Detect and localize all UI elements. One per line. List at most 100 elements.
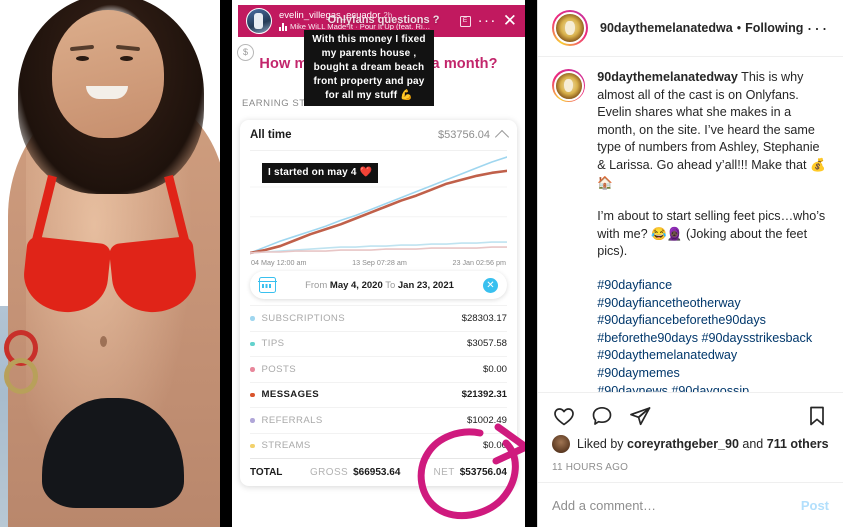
date-range-text: From May 4, 2020 To Jan 23, 2021 — [276, 280, 483, 291]
hashtag-list: #90dayfiance #90dayfiancetheotherway #90da… — [597, 277, 829, 392]
navel — [100, 336, 107, 347]
liked-by-middle: and — [742, 437, 764, 451]
earnings-chart: I started on may 4 ❤️ — [250, 151, 507, 257]
comment-composer[interactable]: Add a comment… Post — [538, 482, 843, 527]
earnings-row: MESSAGES $21392.31 — [250, 381, 507, 408]
net-group: NET $53756.04 — [434, 467, 507, 478]
header-separator: • — [736, 21, 742, 35]
story-screenshot: evelin_villegas_ecuador 2h Mike WiLL Made… — [232, 0, 525, 527]
progress-segment — [380, 2, 448, 4]
progress-segment — [451, 2, 519, 4]
liked-by-count[interactable]: 711 others — [767, 437, 829, 451]
story-sticker-money: With this money I fixed my parents house… — [304, 30, 434, 106]
post-comment-button[interactable]: Post — [801, 498, 829, 513]
progress-segment — [238, 2, 306, 4]
category-dot — [250, 341, 255, 346]
earnings-row: REFERRALS $1002.49 — [250, 407, 507, 433]
liked-by-user[interactable]: coreyrathgeber_90 — [627, 437, 739, 451]
chevron-up-icon[interactable] — [494, 129, 510, 144]
heart-icon[interactable] — [552, 404, 576, 428]
eye-left — [76, 56, 89, 61]
divider-black-right — [525, 0, 537, 527]
category-name: POSTS — [261, 363, 297, 375]
gross-label: GROSS — [310, 467, 349, 478]
caption-row: 90daythemelanatedway This is why almost … — [552, 69, 829, 392]
caption-avatar[interactable] — [552, 69, 586, 103]
story-overlay-title: Onlyfans questions ? — [327, 14, 440, 26]
category-value: $1002.49 — [466, 414, 507, 426]
screenshot-root: evelin_villegas_ecuador 2h Mike WiLL Made… — [0, 0, 843, 527]
earnings-row: SUBSCRIPTIONS $28303.17 — [250, 305, 507, 331]
category-value: $28303.17 — [461, 312, 507, 324]
category-value: $21392.31 — [461, 389, 507, 401]
gross-value: $66953.64 — [353, 467, 401, 478]
earnings-row: POSTS $0.00 — [250, 356, 507, 382]
divider-black-left — [220, 0, 232, 527]
category-name: TIPS — [261, 338, 285, 350]
red-swim-top — [18, 174, 202, 317]
hashtag-line[interactable]: #90daymemes — [597, 365, 829, 383]
comment-input[interactable]: Add a comment… — [552, 498, 801, 513]
hashtag-line[interactable]: #90dayfiancebeforethe90days — [597, 312, 829, 330]
post-actions: Liked by coreyrathgeber_90 and 711 other… — [538, 392, 843, 482]
comment-icon[interactable] — [590, 404, 614, 428]
story-sticker-started: I started on may 4 ❤️ — [262, 163, 379, 183]
date-range-picker[interactable]: From May 4, 2020 To Jan 23, 2021 ✕ — [250, 271, 507, 299]
category-value: $3057.58 — [466, 338, 507, 350]
chart-axis-labels: 04 May 12:00 am 13 Sep 07:28 am 23 Jan 0… — [250, 257, 507, 271]
from-value: May 4, 2020 — [329, 279, 383, 291]
share-icon[interactable] — [628, 404, 652, 428]
close-icon[interactable]: ✕ — [503, 12, 517, 29]
earnings-card: All time $53756.04 I started on may 4 ❤️… — [240, 120, 517, 486]
category-value: $0.00 — [482, 363, 507, 375]
ellipsis-icon[interactable]: ··· — [478, 13, 497, 28]
category-name: REFERRALS — [261, 414, 323, 426]
caption-body: This is why almost all of the cast is on… — [597, 70, 826, 190]
total-row: TOTAL GROSS $66953.64 NET $53756.04 — [250, 458, 507, 486]
net-value: $53756.04 — [459, 467, 507, 478]
net-label: NET — [433, 467, 455, 478]
earnings-rows: SUBSCRIPTIONS $28303.17 TIPS $3057.58 POSTS $… — [250, 305, 507, 458]
gross-group: GROSS $66953.64 — [310, 467, 400, 478]
post-username[interactable]: 90daythemelanatedwa — [600, 21, 733, 35]
hashtag-line[interactable]: #90dayfiancetheotherway — [597, 295, 829, 313]
axis-label-left: 04 May 12:00 am — [251, 258, 307, 267]
category-name: STREAMS — [261, 440, 311, 452]
category-dot — [250, 367, 255, 372]
follow-state-button[interactable]: Following — [745, 21, 803, 35]
to-value: Jan 23, 2021 — [397, 279, 454, 291]
instagram-post-panel: 90daythemelanatedwa • Following ··· 90da… — [537, 0, 843, 527]
ellipsis-icon[interactable]: ··· — [807, 19, 829, 37]
clear-circle-icon[interactable]: ✕ — [483, 277, 498, 293]
category-dot — [250, 418, 255, 423]
bookmark-icon[interactable] — [805, 404, 829, 428]
total-label: TOTAL — [250, 467, 283, 478]
axis-label-middle: 13 Sep 07:28 am — [352, 258, 407, 267]
post-header: 90daythemelanatedwa • Following ··· — [538, 0, 843, 57]
hashtag-line[interactable]: #beforethe90days #90daysstrikesback — [597, 330, 829, 348]
card-header[interactable]: All time $53756.04 — [250, 120, 510, 151]
category-dot — [250, 316, 255, 321]
music-equalizer-icon — [279, 22, 287, 31]
progress-segment — [309, 2, 377, 4]
liked-by-row: Liked by coreyrathgeber_90 and 711 other… — [552, 435, 829, 453]
hashtag-line[interactable]: #90dayfiance — [597, 277, 829, 295]
avatar[interactable] — [552, 10, 588, 46]
category-dot — [250, 443, 255, 448]
calendar-icon — [258, 277, 277, 293]
person-head — [52, 10, 164, 138]
post-timestamp: 11 HOURS AGO — [552, 462, 629, 473]
hashtag-line[interactable]: #90daynews #90daygossip — [597, 383, 829, 393]
chart-series-messages — [250, 171, 507, 253]
caption-text: 90daythemelanatedway This is why almost … — [597, 69, 829, 392]
caption-author[interactable]: 90daythemelanatedway — [597, 70, 738, 84]
story-avatar[interactable] — [246, 8, 272, 34]
category-dot — [250, 392, 255, 397]
hashtag-line[interactable]: #90daythemelanatedway — [597, 347, 829, 365]
eye-right — [120, 56, 133, 61]
liked-by-prefix: Liked by — [577, 437, 624, 451]
liker-avatar[interactable] — [552, 435, 570, 453]
action-icon-row — [552, 401, 829, 431]
caption-paragraph-2: I’m about to start selling feet pics…who… — [597, 209, 826, 259]
category-value: $0.00 — [482, 440, 507, 452]
